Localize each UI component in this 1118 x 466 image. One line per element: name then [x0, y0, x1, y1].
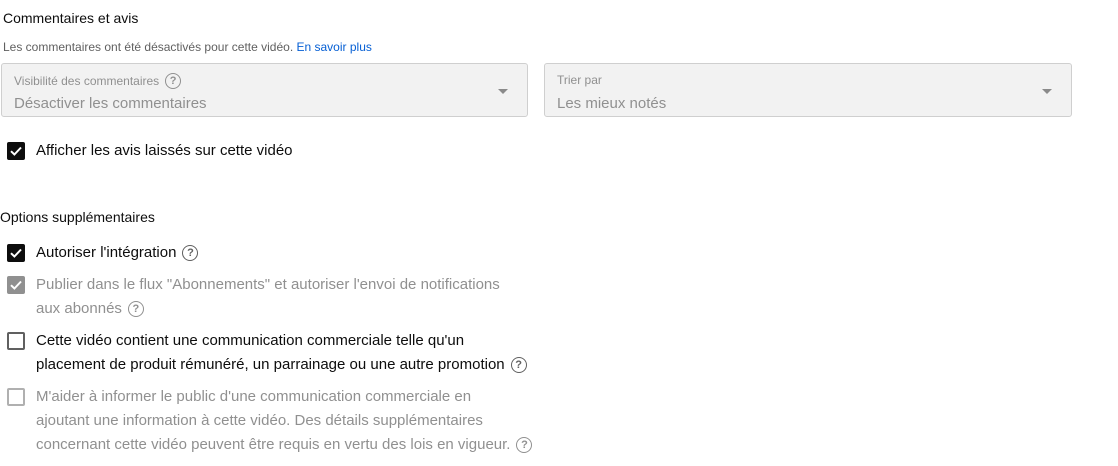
publish-subscriptions-line2: aux abonnés [36, 300, 122, 317]
comment-visibility-value: Désactiver les commentaires [14, 95, 207, 112]
publish-subscriptions-checkbox[interactable] [7, 276, 25, 294]
disclosure-line3-row: concernant cette vidéo peuvent être requ… [36, 433, 533, 457]
check-icon [10, 248, 22, 258]
options-section-title: Options supplémentaires [0, 209, 155, 225]
publish-subscriptions-line1: Publier dans le flux "Abonnements" et au… [36, 276, 500, 293]
comments-section-title: Commentaires et avis [3, 10, 139, 26]
show-reviews-label: Afficher les avis laissés sur cette vidé… [36, 142, 293, 159]
check-icon [10, 146, 22, 156]
sort-by-label: Trier par [557, 73, 602, 87]
allow-embedding-checkbox[interactable] [7, 244, 25, 262]
learn-more-link[interactable]: En savoir plus [297, 40, 372, 54]
sort-by-select[interactable]: Trier par Les mieux notés [544, 63, 1072, 117]
comment-visibility-label-row: Visibilité des commentaires ? [14, 73, 182, 89]
paid-promotion-line2: placement de produit rémunéré, un parrai… [36, 356, 505, 373]
help-icon[interactable]: ? [182, 245, 199, 262]
allow-embedding-label: Autoriser l'intégration? [36, 241, 199, 265]
check-icon [10, 280, 22, 290]
paid-promotion-line1: Cette vidéo contient une communication c… [36, 332, 465, 349]
comments-disabled-note: Les commentaires ont été désactivés pour… [3, 40, 372, 54]
chevron-down-icon [1042, 89, 1052, 94]
sort-by-label-row: Trier par [557, 73, 602, 87]
paid-promotion-line2-row: placement de produit rémunéré, un parrai… [36, 353, 527, 377]
comment-visibility-label: Visibilité des commentaires [14, 74, 160, 88]
disclosure-label: M'aider à informer le public d'une commu… [36, 385, 533, 457]
paid-promotion-checkbox[interactable] [7, 332, 25, 350]
allow-embedding-text: Autoriser l'intégration [36, 244, 177, 261]
disclosure-line3: concernant cette vidéo peuvent être requ… [36, 436, 511, 453]
comments-note-text: Les commentaires ont été désactivés pour… [3, 40, 294, 54]
publish-subscriptions-label: Publier dans le flux "Abonnements" et au… [36, 273, 500, 321]
help-icon[interactable]: ? [510, 357, 527, 374]
sort-by-value: Les mieux notés [557, 95, 667, 112]
help-icon[interactable]: ? [127, 301, 144, 318]
show-reviews-checkbox[interactable] [7, 142, 25, 160]
disclosure-checkbox[interactable] [7, 388, 25, 406]
comment-visibility-select[interactable]: Visibilité des commentaires ? Désactiver… [1, 63, 528, 117]
publish-subscriptions-line2-row: aux abonnés? [36, 297, 500, 321]
chevron-down-icon [498, 89, 508, 94]
disclosure-line2: ajoutant une information à cette vidéo. … [36, 412, 483, 429]
paid-promotion-label: Cette vidéo contient une communication c… [36, 329, 527, 377]
help-icon[interactable]: ? [165, 73, 182, 89]
help-icon[interactable]: ? [516, 437, 533, 454]
disclosure-line1: M'aider à informer le public d'une commu… [36, 388, 472, 405]
